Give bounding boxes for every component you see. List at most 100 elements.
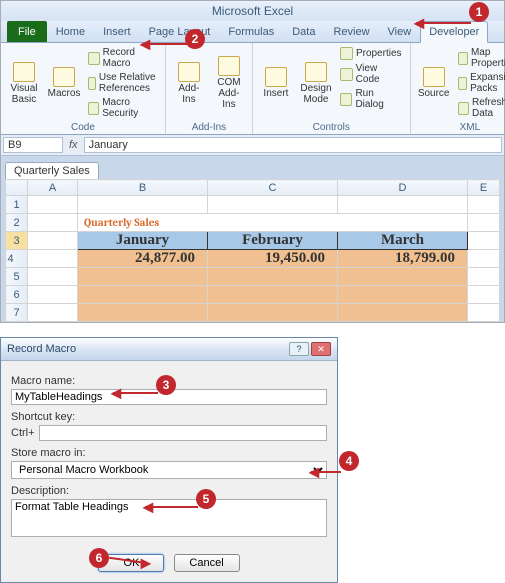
header-march[interactable]: March: [338, 232, 468, 250]
value-february[interactable]: 19,450.00: [208, 250, 338, 268]
value-january[interactable]: 24,877.00: [78, 250, 208, 268]
expansion-packs-icon: [458, 77, 467, 90]
com-addins-button[interactable]: COM Add-Ins: [211, 46, 247, 120]
design-mode-button[interactable]: Design Mode: [298, 46, 334, 120]
visual-basic-icon: [13, 62, 35, 82]
dialog-title-bar[interactable]: Record Macro ? ✕: [1, 338, 337, 361]
group-code-label: Code: [6, 120, 160, 133]
group-xml: Source Map Properties Expansion Packs Re…: [411, 43, 505, 134]
addins-label: Add-Ins: [174, 83, 204, 105]
col-e[interactable]: E: [468, 180, 500, 196]
tab-formulas[interactable]: Formulas: [219, 21, 283, 42]
tab-file[interactable]: File: [7, 21, 47, 42]
row-7[interactable]: 7: [6, 304, 28, 322]
cancel-button[interactable]: Cancel: [174, 554, 240, 572]
callout-2: 2: [185, 29, 205, 49]
col-c[interactable]: C: [208, 180, 338, 196]
row-1[interactable]: 1: [6, 196, 28, 214]
row-6[interactable]: 6: [6, 286, 28, 304]
name-box[interactable]: B9: [3, 137, 63, 153]
ctrl-label: Ctrl+: [11, 427, 35, 439]
worksheet[interactable]: A B C D E 1 2 Quarterly Sales 3: [5, 179, 500, 322]
value-march[interactable]: 18,799.00: [338, 250, 468, 268]
tab-insert[interactable]: Insert: [94, 21, 140, 42]
refresh-data-button[interactable]: Refresh Data: [456, 96, 505, 120]
group-addins-label: Add-Ins: [171, 120, 247, 133]
visual-basic-button[interactable]: Visual Basic: [6, 46, 42, 120]
dialog-title: Record Macro: [7, 343, 76, 355]
row-4[interactable]: 4: [6, 250, 28, 268]
workbook-tab-area: Quarterly Sales A B C D E 1 2: [1, 156, 504, 322]
dialog-help-button[interactable]: ?: [289, 342, 309, 356]
expansion-packs-button[interactable]: Expansion Packs: [456, 71, 505, 95]
shortcut-key-input[interactable]: [39, 425, 327, 441]
row-2[interactable]: 2: [6, 214, 28, 232]
map-properties-label: Map Properties: [471, 47, 505, 69]
formula-bar[interactable]: January: [84, 137, 502, 153]
group-controls: Insert Design Mode Properties View Code: [253, 43, 411, 134]
ribbon: Visual Basic Macros Record Macro Use Rel…: [1, 43, 504, 135]
row-5[interactable]: 5: [6, 268, 28, 286]
callout-4: 4: [339, 451, 359, 471]
group-code: Visual Basic Macros Record Macro Use Rel…: [1, 43, 166, 134]
com-addins-label: COM Add-Ins: [214, 77, 244, 110]
description-input[interactable]: [11, 499, 327, 537]
design-mode-icon: [305, 62, 327, 82]
arrow-4: [305, 462, 323, 483]
sheet-title[interactable]: Quarterly Sales: [78, 214, 468, 232]
use-relative-icon: [88, 77, 96, 90]
run-dialog-icon: [340, 93, 353, 106]
run-dialog-button[interactable]: Run Dialog: [338, 87, 405, 111]
macro-security-label: Macro Security: [102, 97, 158, 119]
header-february[interactable]: February: [208, 232, 338, 250]
store-macro-select[interactable]: Personal Macro Workbook: [11, 461, 327, 479]
title-bar: Microsoft Excel: [1, 1, 504, 21]
expansion-packs-label: Expansion Packs: [470, 72, 505, 94]
insert-control-button[interactable]: Insert: [258, 46, 294, 120]
tab-review[interactable]: Review: [324, 21, 378, 42]
arrow-3: [107, 383, 125, 404]
tab-data[interactable]: Data: [283, 21, 324, 42]
arrow-5: [139, 497, 157, 518]
properties-button[interactable]: Properties: [338, 46, 405, 61]
select-all-cell[interactable]: [6, 180, 28, 196]
addins-button[interactable]: Add-Ins: [171, 46, 207, 120]
insert-control-label: Insert: [263, 88, 288, 99]
col-b[interactable]: B: [78, 180, 208, 196]
description-label: Description:: [11, 485, 327, 497]
refresh-data-icon: [458, 102, 469, 115]
ribbon-tabs: File Home Insert Page Layout Formulas Da…: [1, 21, 504, 43]
properties-icon: [340, 47, 353, 60]
shortcut-key-label: Shortcut key:: [11, 411, 327, 423]
macros-button[interactable]: Macros: [46, 46, 82, 120]
macro-security-button[interactable]: Macro Security: [86, 96, 160, 120]
source-icon: [423, 67, 445, 87]
arrow-1: [410, 13, 428, 34]
use-relative-button[interactable]: Use Relative References: [86, 71, 160, 95]
row-3[interactable]: 3: [6, 232, 28, 250]
tab-developer[interactable]: Developer: [420, 21, 488, 43]
insert-control-icon: [265, 67, 287, 87]
group-addins: Add-Ins COM Add-Ins Add-Ins: [166, 43, 253, 134]
header-january[interactable]: January: [78, 232, 208, 250]
workbook-tab[interactable]: Quarterly Sales: [5, 162, 99, 179]
group-controls-label: Controls: [258, 120, 405, 133]
map-properties-button[interactable]: Map Properties: [456, 46, 505, 70]
view-code-button[interactable]: View Code: [338, 62, 405, 86]
fx-icon[interactable]: fx: [69, 139, 78, 151]
com-addins-icon: [218, 56, 240, 76]
macros-label: Macros: [48, 88, 81, 99]
col-d[interactable]: D: [338, 180, 468, 196]
record-macro-icon: [88, 52, 100, 65]
callout-1: 1: [469, 2, 489, 22]
view-code-icon: [340, 68, 353, 81]
tab-home[interactable]: Home: [47, 21, 94, 42]
callout-5: 5: [196, 489, 216, 509]
app-title: Microsoft Excel: [212, 4, 293, 18]
arrow-6: ◄: [137, 553, 155, 574]
source-button[interactable]: Source: [416, 46, 452, 120]
arrow-2: [136, 34, 154, 55]
use-relative-label: Use Relative References: [99, 72, 158, 94]
col-a[interactable]: A: [28, 180, 78, 196]
dialog-close-button[interactable]: ✕: [311, 342, 331, 356]
